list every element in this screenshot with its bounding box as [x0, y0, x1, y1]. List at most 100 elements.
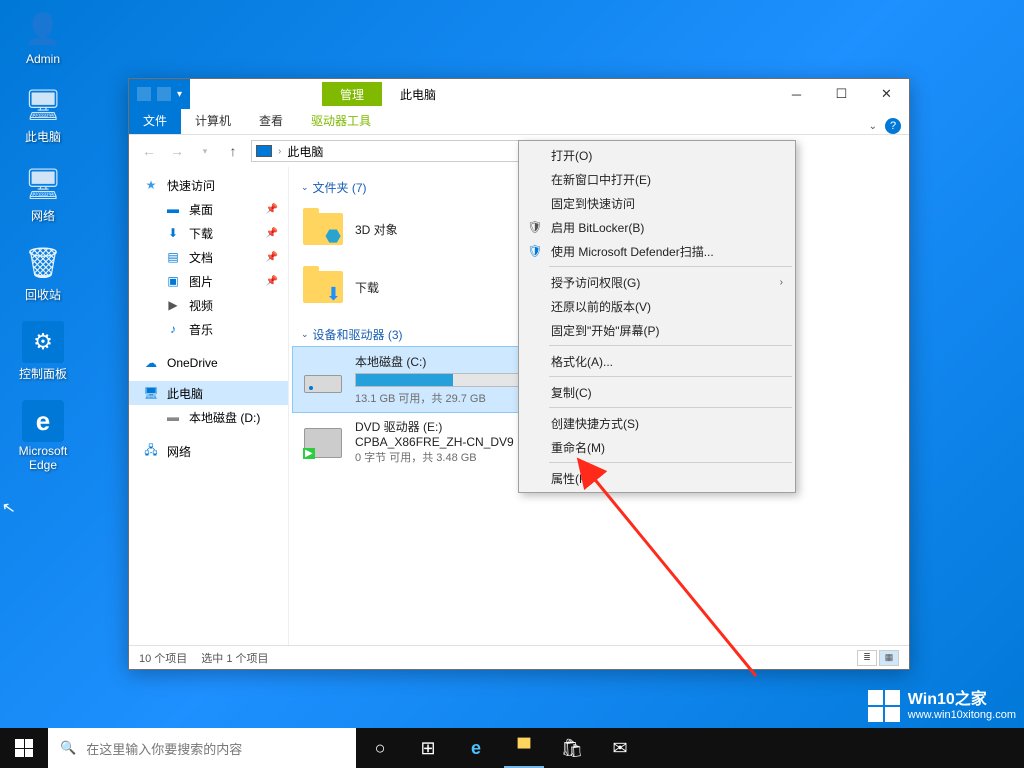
nav-music[interactable]: ♪音乐 [129, 317, 288, 341]
nav-forward-icon: → [167, 141, 187, 161]
pin-icon: 📌 [266, 228, 278, 239]
menu-separator [549, 462, 792, 463]
contextual-tab-manage[interactable]: 管理 [322, 82, 382, 106]
status-bar: 10 个项目 选中 1 个项目 ≣ ▦ [129, 645, 909, 669]
nav-localdisk-d[interactable]: ▬本地磁盘 (D:) [129, 405, 288, 429]
nav-downloads[interactable]: ⬇下载📌 [129, 221, 288, 245]
desktop-icon-recyclebin[interactable]: 🗑回收站 [8, 242, 78, 303]
status-selected: 选中 1 个项目 [201, 650, 268, 666]
menu-item-label: 属性(R) [551, 470, 592, 487]
qat-icon[interactable] [137, 87, 151, 101]
context-menu: 打开(O) 在新窗口中打开(E) 固定到快速访问 🛡 启用 BitLocker(B) 🛡使… [518, 140, 796, 493]
drive-c-label: 本地磁盘 (C:) [355, 353, 530, 370]
menu-item-label: 还原以前的版本(V) [551, 298, 651, 315]
desktop-icon-network[interactable]: 🖥网络 [8, 163, 78, 224]
context-menu-item[interactable]: 还原以前的版本(V) [521, 294, 793, 318]
nav-network[interactable]: 🖧网络 [129, 439, 288, 463]
context-menu-item[interactable]: 重命名(M) [521, 435, 793, 459]
edge-icon[interactable]: e [452, 728, 500, 768]
qat-icon[interactable] [157, 87, 171, 101]
window-controls: ─ ☐ ✕ [774, 79, 909, 109]
drive-dvd-label: DVD 驱动器 (E:) [355, 418, 530, 435]
desktop-icon-thispc[interactable]: 🖥此电脑 [8, 84, 78, 145]
maximize-button[interactable]: ☐ [819, 79, 864, 109]
system-tray[interactable] [1016, 728, 1024, 768]
nav-up-icon[interactable]: ↑ [223, 141, 243, 161]
submenu-arrow-icon: › [780, 277, 783, 288]
nav-thispc[interactable]: 🖥此电脑 [129, 381, 288, 405]
menu-item-label: 固定到快速访问 [551, 195, 635, 212]
nav-documents[interactable]: ▤文档📌 [129, 245, 288, 269]
watermark-title: Win10之家 [908, 691, 1016, 709]
taskbar: 🔍 在这里输入你要搜索的内容 ○ ⊞ e ▀ 🛍 ✉ [0, 728, 1024, 768]
taskbar-search[interactable]: 🔍 在这里输入你要搜索的内容 [48, 728, 356, 768]
nav-onedrive[interactable]: ☁OneDrive [129, 351, 288, 375]
tab-computer[interactable]: 计算机 [181, 107, 245, 134]
context-menu-item[interactable]: 固定到"开始"屏幕(P) [521, 318, 793, 342]
view-details-icon[interactable]: ≣ [857, 650, 877, 666]
menu-item-label: 格式化(A)... [551, 353, 613, 370]
nav-videos[interactable]: ▶视频 [129, 293, 288, 317]
menu-item-label: 在新窗口中打开(E) [551, 171, 651, 188]
menu-item-label: 固定到"开始"屏幕(P) [551, 322, 660, 339]
nav-quick-access[interactable]: ★快速访问 [129, 173, 288, 197]
ribbon-tabs: 文件 计算机 查看 驱动器工具 ⌄ ? [129, 109, 909, 135]
drive-dvd[interactable]: DVD 驱动器 (E:) CPBA_X86FRE_ZH-CN_DV9 0 字节 … [293, 412, 538, 471]
minimize-button[interactable]: ─ [774, 79, 819, 109]
menu-item-label: 使用 Microsoft Defender扫描... [551, 243, 714, 260]
menu-item-label: 打开(O) [551, 147, 592, 164]
ribbon-collapse-icon[interactable]: ⌄ [869, 121, 877, 132]
window-title: 此电脑 [400, 86, 436, 103]
tab-drive-tools[interactable]: 驱动器工具 [297, 107, 385, 134]
context-menu-item[interactable]: 🛡 启用 BitLocker(B) [521, 215, 793, 239]
context-menu-item[interactable]: 创建快捷方式(S) [521, 411, 793, 435]
mouse-cursor: ↖ [0, 497, 17, 519]
context-menu-item[interactable]: 固定到快速访问 [521, 191, 793, 215]
tab-view[interactable]: 查看 [245, 107, 297, 134]
context-menu-item[interactable]: 打开(O) [521, 143, 793, 167]
context-menu-item[interactable]: 🛡使用 Microsoft Defender扫描... [521, 239, 793, 263]
folder-downloads[interactable]: ⬇下载 [293, 258, 538, 316]
pin-icon: 📌 [266, 276, 278, 287]
drive-c[interactable]: 本地磁盘 (C:) 13.1 GB 可用，共 29.7 GB [293, 347, 538, 412]
desktop-icon-edge[interactable]: eMicrosoft Edge [8, 400, 78, 472]
context-menu-item[interactable]: 授予访问权限(G) › [521, 270, 793, 294]
tab-file[interactable]: 文件 [129, 107, 181, 134]
titlebar[interactable]: ▾ 管理 此电脑 ─ ☐ ✕ [129, 79, 909, 109]
address-bar[interactable]: › 此电脑 ⌄ [251, 140, 541, 162]
nav-back-icon[interactable]: ← [139, 141, 159, 161]
help-icon[interactable]: ? [885, 118, 901, 134]
status-count: 10 个项目 [139, 650, 187, 666]
desktop-icons: 👤Admin 🖥此电脑 🖥网络 🗑回收站 ⚙控制面板 eMicrosoft Ed… [8, 8, 78, 490]
qat-dropdown-icon[interactable]: ▾ [177, 89, 182, 100]
context-menu-item[interactable]: 格式化(A)... [521, 349, 793, 373]
menu-separator [549, 376, 792, 377]
nav-dropdown-icon[interactable]: ▾ [195, 141, 215, 161]
explorer-taskbar-icon[interactable]: ▀ [500, 728, 548, 768]
context-menu-item[interactable]: 属性(R) [521, 466, 793, 490]
quick-access-toolbar: ▾ [129, 79, 190, 109]
context-menu-item[interactable]: 在新窗口中打开(E) [521, 167, 793, 191]
context-menu-item[interactable]: 复制(C) [521, 380, 793, 404]
watermark: Win10之家 www.win10xitong.com [868, 690, 1016, 722]
store-icon[interactable]: 🛍 [548, 728, 596, 768]
win-logo-icon [868, 690, 900, 722]
desktop-icon-admin[interactable]: 👤Admin [8, 8, 78, 66]
start-button[interactable] [0, 728, 48, 768]
breadcrumb-current[interactable]: 此电脑 [287, 143, 323, 160]
chevron-down-icon: ⌄ [301, 329, 309, 340]
chevron-down-icon: ⌄ [301, 182, 309, 193]
menu-item-label: 启用 BitLocker(B) [551, 219, 644, 236]
view-tiles-icon[interactable]: ▦ [879, 650, 899, 666]
mail-icon[interactable]: ✉ [596, 728, 644, 768]
close-button[interactable]: ✕ [864, 79, 909, 109]
menu-item-label: 授予访问权限(G) [551, 274, 640, 291]
drive-c-usage-bar [355, 373, 530, 387]
folder-3d-objects[interactable]: ⬣3D 对象 [293, 200, 538, 258]
nav-pictures[interactable]: ▣图片📌 [129, 269, 288, 293]
desktop-icon-controlpanel[interactable]: ⚙控制面板 [8, 321, 78, 382]
menu-item-icon: 🛡 [527, 219, 543, 235]
taskview-icon[interactable]: ⊞ [404, 728, 452, 768]
nav-desktop[interactable]: ▬桌面📌 [129, 197, 288, 221]
cortana-icon[interactable]: ○ [356, 728, 404, 768]
